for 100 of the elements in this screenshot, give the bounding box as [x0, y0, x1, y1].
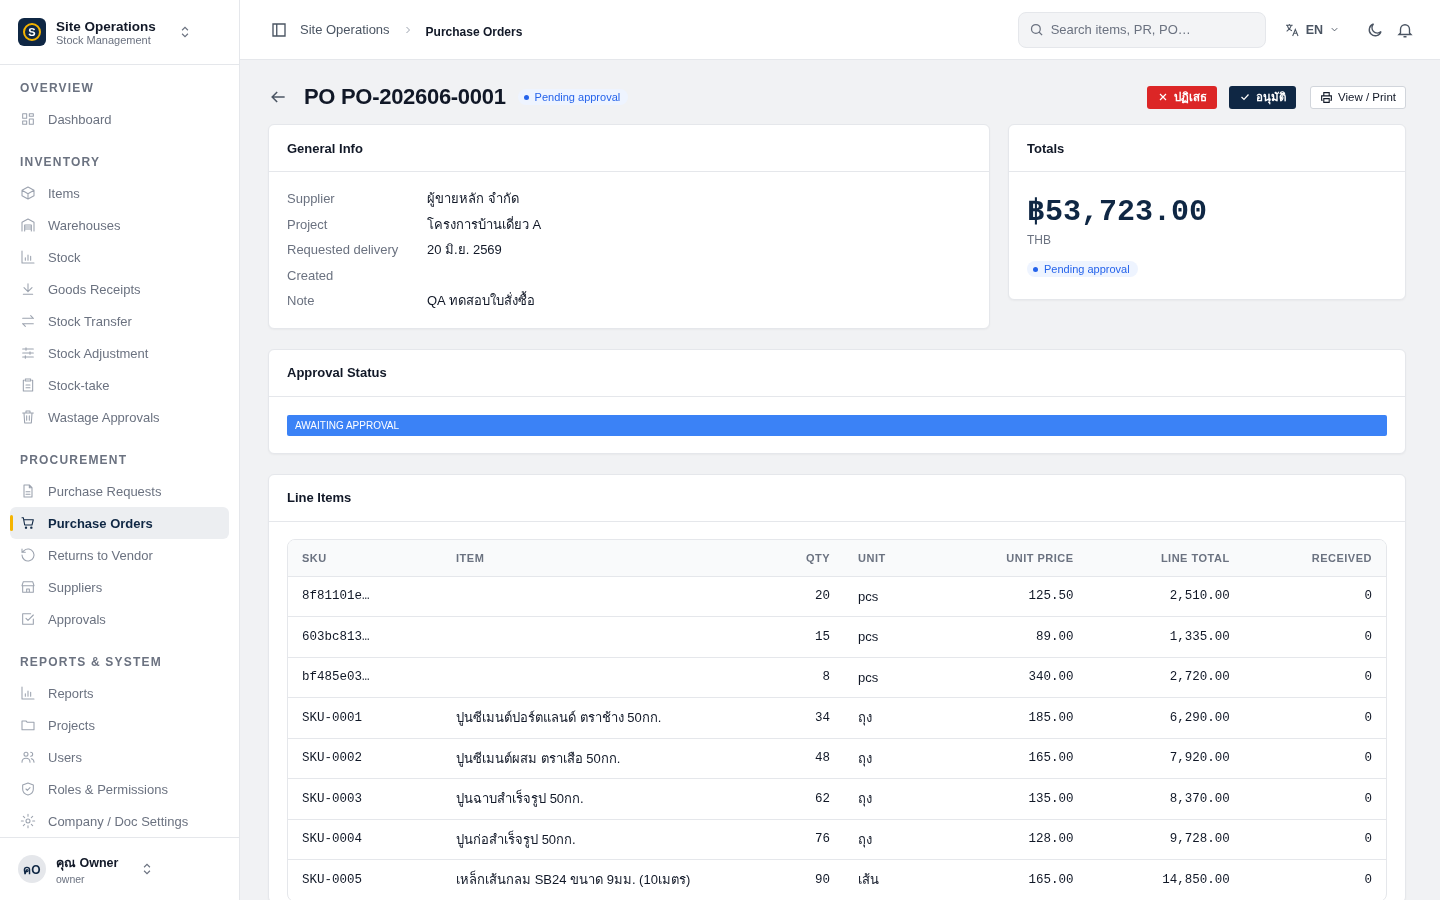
store-icon: [20, 579, 36, 595]
table-cell: 8: [822, 670, 831, 685]
page-title: PO PO-202606-0001: [304, 84, 506, 110]
table-cell: ปูนซีเมนต์ผสม ตราเสือ 50กก.: [456, 750, 621, 766]
translate-icon: [1283, 21, 1300, 38]
table-cell: 128.00: [1028, 832, 1074, 847]
nav-item[interactable]: Wastage Approvals: [10, 401, 229, 433]
user-name: คุณ Owner: [56, 855, 119, 873]
table-cell: bf485e03…: [302, 670, 370, 685]
table-cell: 2,510.00: [1169, 589, 1230, 604]
nav-item[interactable]: Approvals: [10, 603, 229, 635]
table-cell: SKU-0002: [302, 751, 362, 766]
column-header: UNIT PRICE: [1006, 551, 1074, 564]
column-header: QTY: [805, 551, 831, 564]
nav-section-title: REPORTS & SYSTEM: [19, 654, 163, 671]
currency-label: THB: [1027, 233, 1052, 247]
nav-item[interactable]: Projects: [10, 709, 229, 741]
table-cell: 0: [1364, 589, 1372, 604]
table-cell: 8f81101e…: [302, 589, 370, 604]
table-cell: pcs: [858, 588, 879, 604]
action-button[interactable]: ปฏิเสธ: [1147, 85, 1218, 109]
table-cell: ปูนก่อสำเร็จรูป 50กก.: [456, 831, 576, 847]
table-cell: ถุง: [858, 750, 873, 766]
table-cell: เหล็กเส้นกลม SB24 ขนาด 9มม. (10เมตร): [456, 872, 691, 888]
table-cell: 8,370.00: [1169, 791, 1230, 806]
nav-item[interactable]: Goods Receipts: [10, 273, 229, 305]
table-cell: 125.50: [1028, 589, 1074, 604]
table-cell: pcs: [858, 629, 879, 645]
brand-logo: S: [18, 18, 46, 46]
nav-item[interactable]: Purchase Requests: [10, 475, 229, 507]
nav-item[interactable]: Stock Adjustment: [10, 337, 229, 369]
nav-item[interactable]: Stock-take: [10, 369, 229, 401]
nav-item[interactable]: Suppliers: [10, 571, 229, 603]
search-field[interactable]: Search items, PR, PO…: [1017, 11, 1266, 48]
user-avatar: คO: [18, 855, 46, 883]
nav-item[interactable]: Returns to Vendor: [10, 539, 229, 571]
field-value: 20 มิ.ย. 2569: [427, 241, 503, 260]
language-selector[interactable]: EN: [1283, 21, 1340, 38]
table-cell: ปูนฉาบสำเร็จรูป 50กก.: [456, 791, 584, 807]
table-cell: ถุง: [858, 710, 873, 726]
field-label: Note: [287, 293, 316, 309]
column-header: LINE TOTAL: [1160, 551, 1230, 564]
breadcrumb-item[interactable]: Purchase Orders: [425, 24, 523, 39]
table-cell: 34: [815, 710, 831, 725]
table-cell: 135.00: [1028, 791, 1074, 806]
warehouse-icon: [20, 217, 36, 233]
bar-chart-icon: [20, 685, 36, 701]
nav-item[interactable]: Warehouses: [10, 209, 229, 241]
nav-item[interactable]: Reports: [10, 677, 229, 709]
clipboard-icon: [20, 377, 36, 393]
nav-item[interactable]: Stock Transfer: [10, 305, 229, 337]
field-label: Created: [287, 267, 335, 283]
nav-item[interactable]: Purchase Orders: [10, 507, 229, 539]
table-cell: 1,335.00: [1169, 629, 1230, 644]
table-cell: 0: [1364, 670, 1372, 685]
sidebar-toggle-icon[interactable]: [270, 20, 288, 39]
table-cell: 0: [1364, 872, 1372, 887]
folder-icon: [20, 717, 36, 733]
table-cell: SKU-0005: [302, 872, 362, 887]
table-cell: ปูนซีเมนต์ปอร์ตแลนด์ ตราช้าง 50กก.: [456, 710, 662, 726]
action-button[interactable]: View / Print: [1310, 85, 1406, 109]
rotate-icon: [20, 547, 36, 563]
nav-item[interactable]: Users: [10, 741, 229, 773]
field-label: Supplier: [287, 191, 336, 207]
table-cell: ถุง: [858, 831, 873, 847]
table-cell: 165.00: [1028, 751, 1074, 766]
table-cell: SKU-0004: [302, 832, 362, 847]
column-header: ITEM: [456, 551, 485, 564]
card-title: Totals: [1027, 140, 1065, 156]
table-cell: SKU-0003: [302, 791, 362, 806]
table-cell: 90: [815, 872, 831, 887]
checkbox-icon: [20, 611, 36, 627]
download-icon: [20, 281, 36, 297]
status-badge: Pending approval: [1027, 261, 1138, 277]
table-cell: 0: [1364, 751, 1372, 766]
table-cell: 185.00: [1028, 710, 1074, 725]
shield-icon: [20, 781, 36, 797]
table-cell: 0: [1364, 629, 1372, 644]
nav-section-title: INVENTORY: [19, 154, 102, 171]
nav-item[interactable]: Dashboard: [10, 103, 229, 135]
table-cell: 15: [815, 629, 831, 644]
table-cell: 7,920.00: [1169, 751, 1230, 766]
bar-chart-icon: [20, 249, 36, 265]
field-value: ผู้ขายหลัก จำกัด: [427, 190, 520, 209]
table-cell: 6,290.00: [1169, 710, 1230, 725]
box-icon: [20, 185, 36, 201]
breadcrumb-item[interactable]: Site Operations: [300, 22, 390, 37]
nav-item[interactable]: Roles & Permissions: [10, 773, 229, 805]
nav-item[interactable]: Items: [10, 177, 229, 209]
table-cell: เส้น: [858, 872, 880, 888]
swap-arrows-icon: [20, 313, 36, 329]
total-amount: ฿53,723.00: [1027, 194, 1209, 229]
column-header: UNIT: [858, 551, 886, 564]
nav-item[interactable]: Stock: [10, 241, 229, 273]
action-button[interactable]: อนุมัติ: [1229, 85, 1297, 109]
card-title: Approval Status: [287, 365, 387, 380]
approval-status-bar: AWAITING APPROVAL: [287, 414, 1387, 436]
nav-item[interactable]: Company / Doc Settings: [10, 805, 229, 837]
status-badge: Pending approval: [517, 89, 629, 105]
brand-subtitle: Stock Management: [56, 33, 151, 46]
